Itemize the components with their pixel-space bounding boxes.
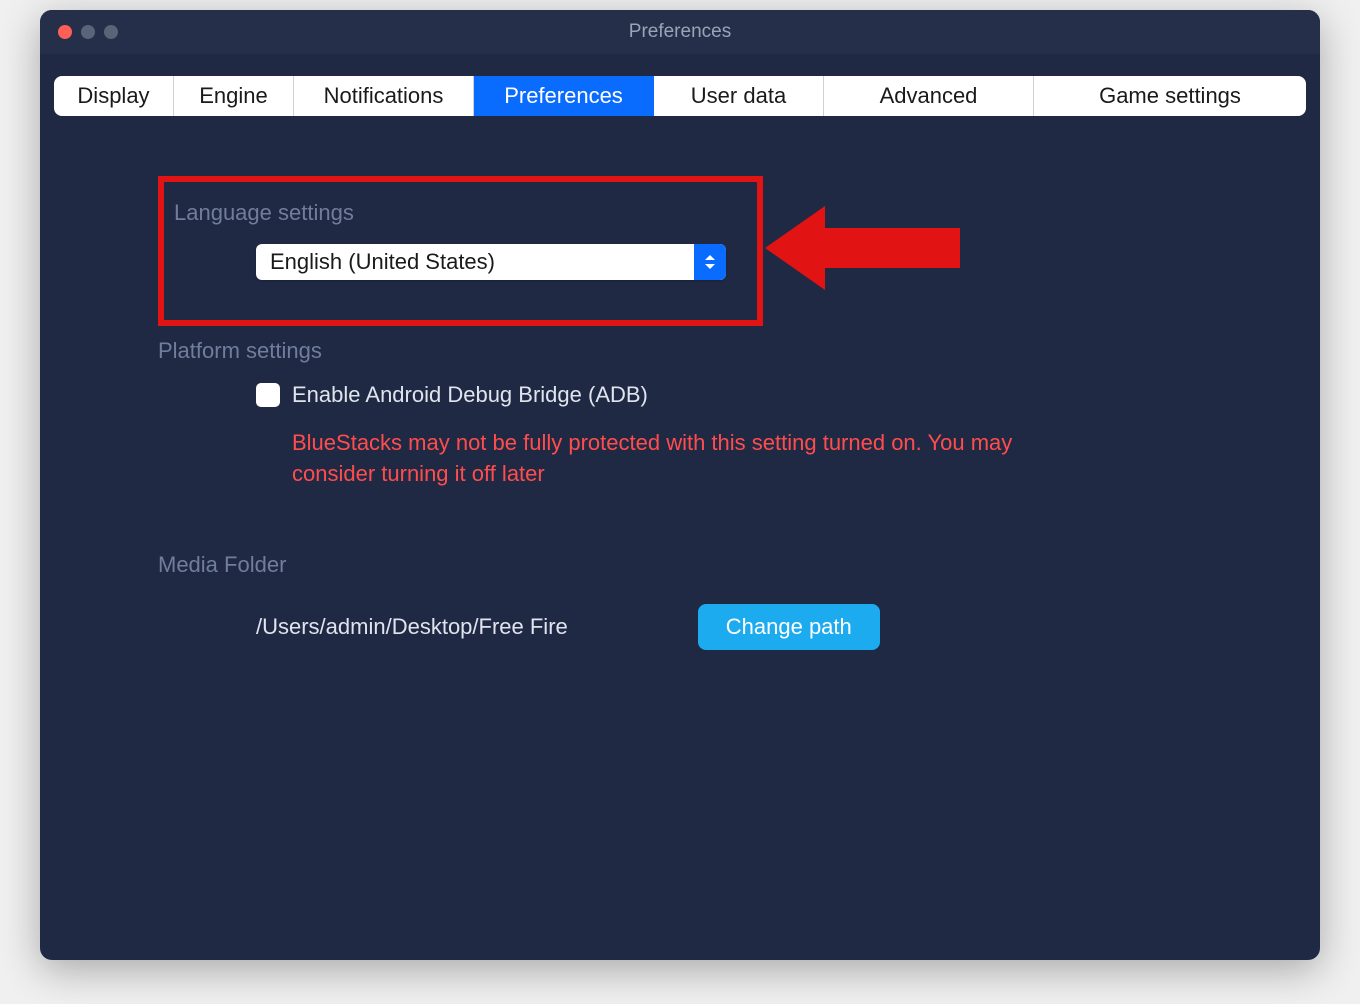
- language-select[interactable]: English (United States): [256, 244, 726, 280]
- tabs-bar: Display Engine Notifications Preferences…: [54, 76, 1306, 116]
- tab-user-data[interactable]: User data: [654, 76, 824, 116]
- change-path-button[interactable]: Change path: [698, 604, 880, 650]
- select-chevrons-icon: [694, 244, 726, 280]
- media-folder-path: /Users/admin/Desktop/Free Fire: [256, 614, 568, 640]
- tab-engine[interactable]: Engine: [174, 76, 294, 116]
- window-title: Preferences: [629, 21, 731, 43]
- language-section-label: Language settings: [174, 200, 1202, 226]
- tab-advanced[interactable]: Advanced: [824, 76, 1034, 116]
- tab-display[interactable]: Display: [54, 76, 174, 116]
- media-section-label: Media Folder: [158, 552, 1202, 578]
- window-controls: [40, 25, 118, 39]
- tab-notifications[interactable]: Notifications: [294, 76, 474, 116]
- adb-checkbox-label: Enable Android Debug Bridge (ADB): [292, 382, 648, 408]
- language-settings-section: Language settings English (United States…: [158, 176, 1202, 280]
- media-folder-section: Media Folder /Users/admin/Desktop/Free F…: [158, 552, 1202, 650]
- minimize-window-icon[interactable]: [81, 25, 95, 39]
- language-select-value: English (United States): [256, 244, 694, 280]
- adb-warning-text: BlueStacks may not be fully protected wi…: [292, 428, 1032, 490]
- content-area: Language settings English (United States…: [40, 116, 1320, 650]
- titlebar: Preferences: [40, 10, 1320, 54]
- adb-checkbox[interactable]: [256, 383, 280, 407]
- tab-preferences[interactable]: Preferences: [474, 76, 654, 116]
- tab-game-settings[interactable]: Game settings: [1034, 76, 1306, 116]
- preferences-window: Preferences Display Engine Notifications…: [40, 10, 1320, 960]
- platform-section-label: Platform settings: [158, 338, 1202, 364]
- close-window-icon[interactable]: [58, 25, 72, 39]
- platform-settings-section: Platform settings Enable Android Debug B…: [158, 338, 1202, 490]
- maximize-window-icon[interactable]: [104, 25, 118, 39]
